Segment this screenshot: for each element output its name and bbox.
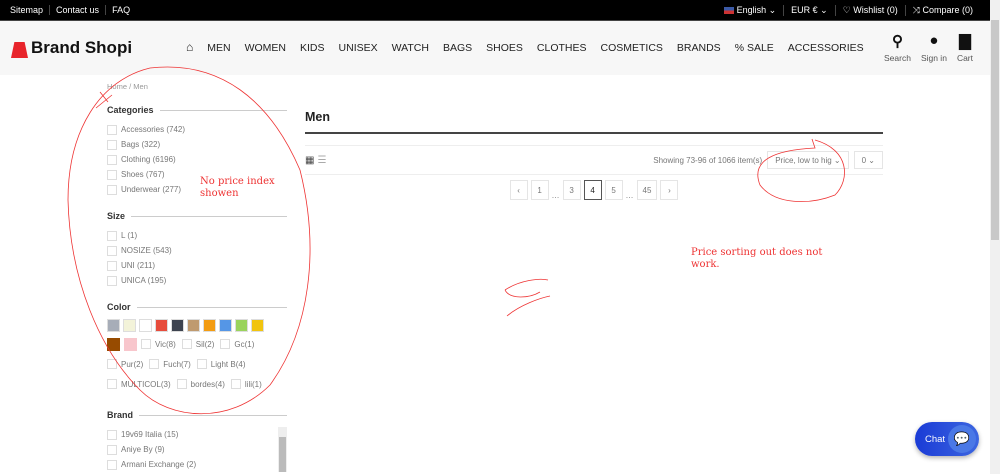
chat-button[interactable]: Chat 💬 xyxy=(915,422,979,456)
annotation-price-sorting: Price sorting out does not work. xyxy=(691,247,823,270)
red-annotation-marks xyxy=(67,66,845,414)
chat-bubble-icon: 💬 xyxy=(948,425,976,453)
annotation-no-price-index: No price index showen xyxy=(200,176,275,199)
